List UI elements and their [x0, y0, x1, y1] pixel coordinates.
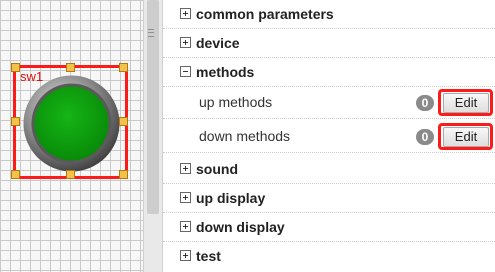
- resize-handle-bottom-right[interactable]: [119, 170, 128, 179]
- design-canvas[interactable]: sw1: [0, 0, 144, 272]
- canvas-scrollbar[interactable]: [143, 0, 163, 272]
- resize-handle-top-left[interactable]: [11, 63, 20, 72]
- method-count-badge: 0: [416, 95, 434, 111]
- selected-component[interactable]: sw1: [11, 63, 128, 179]
- plus-box-icon[interactable]: [180, 250, 191, 261]
- section-label: device: [196, 35, 240, 51]
- section-label: methods: [196, 64, 255, 80]
- minus-box-icon[interactable]: [180, 66, 191, 77]
- scrollbar-thumb[interactable]: [147, 0, 159, 214]
- plus-box-icon[interactable]: [180, 37, 191, 48]
- section-label: up display: [196, 190, 266, 206]
- section-label: common parameters: [196, 6, 334, 22]
- grip-icon: [148, 29, 154, 37]
- edit-up-methods-button[interactable]: Edit: [443, 93, 489, 113]
- resize-handle-right[interactable]: [119, 117, 128, 126]
- section-test[interactable]: test: [163, 242, 495, 271]
- property-up-methods: up methods 0 Edit: [163, 86, 495, 119]
- section-common-parameters[interactable]: common parameters: [163, 0, 495, 29]
- plus-box-icon[interactable]: [180, 221, 191, 232]
- edit-down-methods-button[interactable]: Edit: [443, 127, 489, 147]
- section-methods[interactable]: methods: [163, 58, 495, 87]
- resize-handle-bottom-left[interactable]: [11, 170, 20, 179]
- property-label: down methods: [199, 128, 291, 144]
- section-up-display[interactable]: up display: [163, 184, 495, 213]
- section-sound[interactable]: sound: [163, 155, 495, 184]
- section-label: down display: [196, 219, 285, 235]
- section-device[interactable]: device: [163, 29, 495, 58]
- resize-handle-top-right[interactable]: [119, 63, 128, 72]
- resize-handle-bottom[interactable]: [66, 170, 75, 179]
- plus-box-icon[interactable]: [180, 163, 191, 174]
- app-root: sw1 common parameters device methods up …: [0, 0, 495, 272]
- section-down-display[interactable]: down display: [163, 213, 495, 242]
- property-panel: common parameters device methods up meth…: [163, 0, 495, 272]
- section-label: sound: [196, 161, 238, 177]
- property-label: up methods: [199, 94, 273, 110]
- plus-box-icon[interactable]: [180, 8, 191, 19]
- property-down-methods: down methods 0 Edit: [163, 120, 495, 153]
- method-count-badge: 0: [416, 129, 434, 145]
- resize-handle-top[interactable]: [66, 63, 75, 72]
- section-label: test: [196, 248, 221, 264]
- resize-handle-left[interactable]: [11, 117, 20, 126]
- switch-knob-icon[interactable]: [21, 73, 122, 174]
- plus-box-icon[interactable]: [180, 192, 191, 203]
